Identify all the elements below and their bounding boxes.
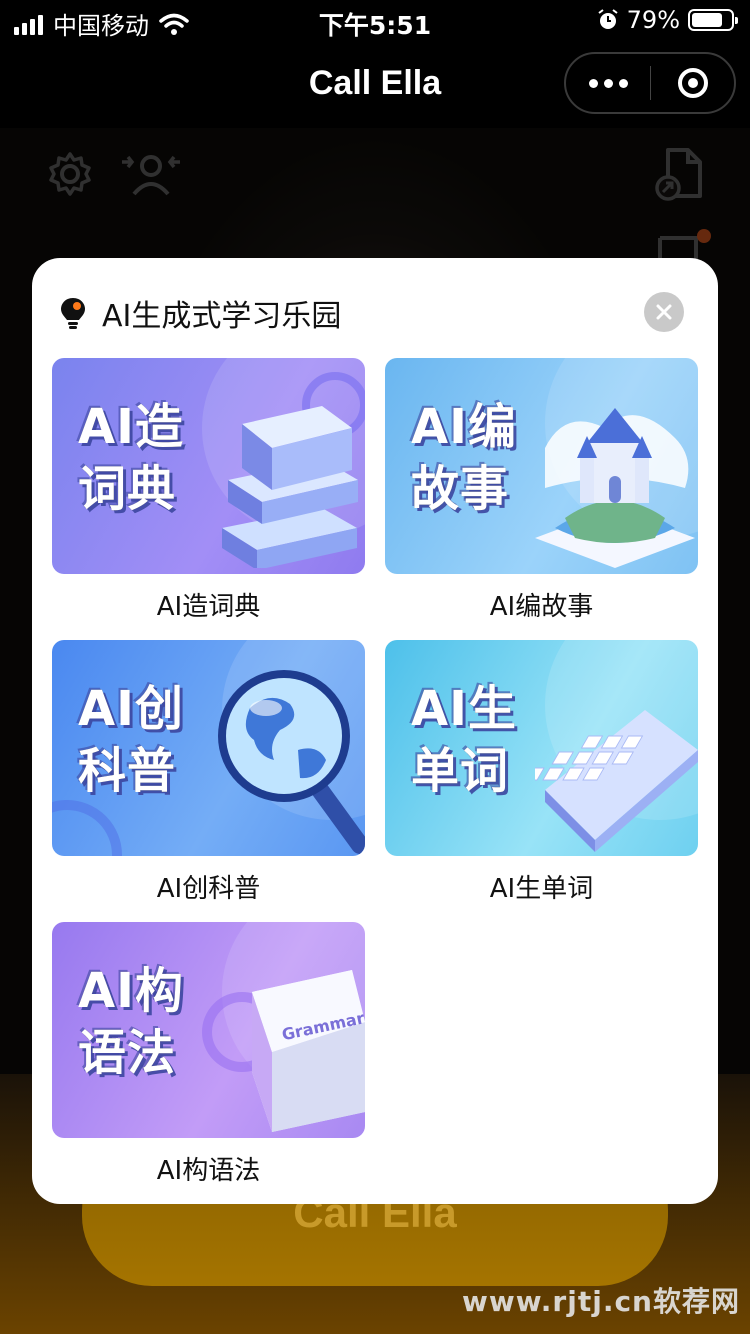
alarm-icon (598, 9, 618, 29)
books-illustration (222, 406, 358, 568)
tile-title: AI构 语法 (78, 963, 185, 1081)
grammar-book-illustration: Grammar (252, 970, 365, 1132)
miniprogram-capsule (564, 52, 736, 114)
card-ai-grammar[interactable]: Grammar AI构 语法 AI构语法 (52, 922, 365, 1187)
card-ai-dictionary[interactable]: AI造 词典 AI造词典 (52, 358, 365, 623)
card-label: AI构语法 (156, 1156, 261, 1186)
more-dots-icon[interactable] (566, 54, 650, 112)
card-label: AI生单词 (489, 874, 594, 904)
keyboard-illustration (535, 710, 698, 852)
card-label: AI造词典 (156, 592, 261, 622)
card-tile[interactable]: AI创 科普 (52, 640, 365, 856)
card-tile[interactable]: AI造 词典 (52, 358, 365, 574)
card-tile[interactable]: Grammar AI构 语法 (52, 922, 365, 1138)
tile-title: AI生 单词 (411, 681, 518, 799)
card-tile[interactable]: AI生 单词 (385, 640, 698, 856)
battery-icon (688, 9, 738, 31)
watermark: www.rjtj.cn软荐网 (461, 1285, 740, 1318)
tile-title: AI造 词典 (78, 399, 185, 517)
tile-title: AI编 故事 (411, 399, 518, 517)
card-label: AI创科普 (156, 874, 261, 904)
modal-title: AI生成式学习乐园 (102, 299, 342, 334)
globe-magnifier-illustration (218, 670, 365, 854)
status-bar: 中国移动 下午5:51 79% (0, 0, 750, 44)
tile-title: AI创 科普 (78, 681, 185, 799)
card-tile[interactable]: AI编 故事 (385, 358, 698, 574)
card-label: AI编故事 (489, 592, 594, 622)
lightbulb-icon (61, 298, 85, 329)
battery-percent: 79% (626, 6, 680, 34)
nav-bar: Call Ella (0, 44, 750, 128)
learning-park-modal: AI生成式学习乐园 AI造 词典 AI造词典 AI编 故事 AI编故事 AI创 … (32, 258, 718, 1204)
card-ai-science[interactable]: AI创 科普 AI创科普 (52, 640, 365, 905)
close-icon[interactable] (644, 292, 684, 332)
castle-book-illustration (535, 408, 695, 568)
card-ai-story[interactable]: AI编 故事 AI编故事 (385, 358, 698, 623)
card-ai-words[interactable]: AI生 单词 AI生单词 (385, 640, 698, 905)
miniprogram-close-icon[interactable] (651, 54, 734, 112)
